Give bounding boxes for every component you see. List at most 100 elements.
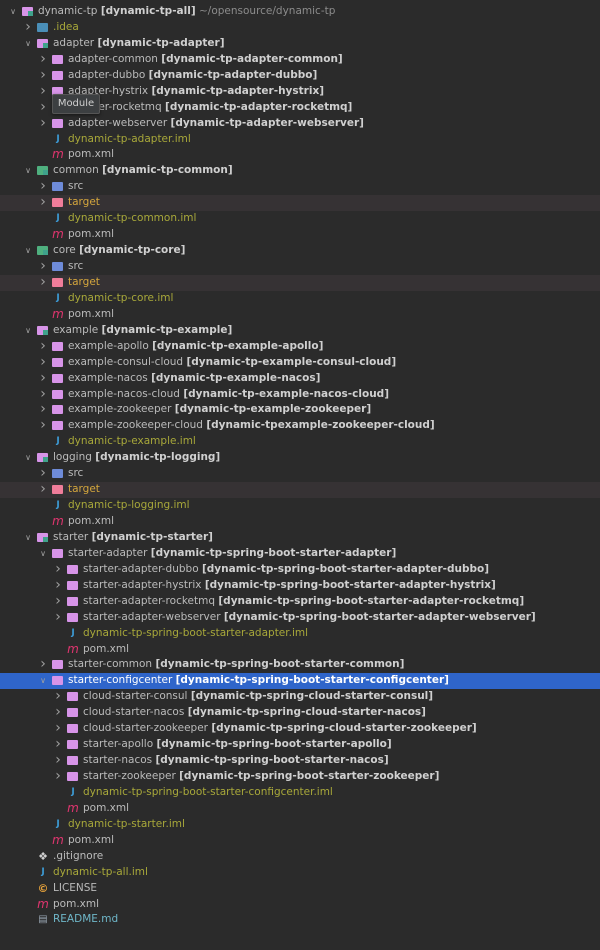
tree-row[interactable]: › target — [0, 274, 600, 291]
chevron-down-icon[interactable]: ∨ — [23, 163, 33, 179]
chevron-down-icon[interactable]: ∨ — [23, 36, 33, 52]
tree-row[interactable]: Jdynamic-tp-starter.iml — [0, 817, 600, 833]
tree-row-label: target — [68, 275, 100, 291]
tree-row[interactable]: ∨ example [dynamic-tp-example] — [0, 323, 600, 339]
chevron-right-icon[interactable]: › — [38, 402, 48, 418]
chevron-right-icon[interactable]: › — [38, 275, 48, 291]
chevron-right-icon[interactable]: › — [38, 355, 48, 371]
tree-row[interactable]: › target — [0, 482, 600, 499]
tree-row[interactable]: Jdynamic-tp-spring-boot-starter-configce… — [0, 785, 600, 801]
tree-row[interactable]: ∨ core [dynamic-tp-core] — [0, 243, 600, 259]
tree-row[interactable]: › starter-adapter-webserver [dynamic-tp-s… — [0, 610, 600, 626]
tree-row[interactable]: m pom.xml — [0, 833, 600, 849]
chevron-right-icon[interactable]: › — [38, 52, 48, 68]
chevron-down-icon[interactable]: ∨ — [38, 673, 48, 689]
tree-row[interactable]: m pom.xml — [0, 801, 600, 817]
tree-row[interactable]: › cloud-starter-zookeeper [dynamic-tp-spr… — [0, 721, 600, 737]
tree-row[interactable]: › adapter-webserver [dynamic-tp-adapter-w… — [0, 116, 600, 132]
tree-row[interactable]: › src — [0, 466, 600, 482]
chevron-down-icon[interactable]: ∨ — [23, 530, 33, 546]
chevron-right-icon[interactable]: › — [38, 68, 48, 84]
tree-row[interactable]: › example-apollo [dynamic-tp-example-apol… — [0, 339, 600, 355]
tree-row[interactable]: ∨ logging [dynamic-tp-logging] — [0, 450, 600, 466]
chevron-right-icon[interactable]: › — [38, 116, 48, 132]
tree-row[interactable]: ∨ starter-configcenter [dynamic-tp-spring… — [0, 673, 600, 690]
tree-row[interactable]: › adapter-common [dynamic-tp-adapter-comm… — [0, 52, 600, 68]
chevron-right-icon[interactable]: › — [53, 737, 63, 753]
chevron-right-icon[interactable]: › — [53, 594, 63, 610]
tree-row[interactable]: › example-zookeeper-cloud [dynamic-tpexam… — [0, 418, 600, 434]
chevron-right-icon[interactable]: › — [53, 753, 63, 769]
tree-row[interactable]: › starter-nacos [dynamic-tp-spring-boot-s… — [0, 753, 600, 769]
tree-row[interactable]: › example-nacos [dynamic-tp-example-nacos… — [0, 371, 600, 387]
chevron-right-icon[interactable]: › — [53, 689, 63, 705]
chevron-down-icon[interactable]: ∨ — [8, 4, 18, 20]
tree-row[interactable]: › src — [0, 179, 600, 195]
tree-row[interactable]: › target — [0, 195, 600, 212]
chevron-right-icon[interactable]: › — [38, 387, 48, 403]
tree-row[interactable]: › starter-adapter-hystrix [dynamic-tp-spr… — [0, 578, 600, 594]
tree-row[interactable]: ∨ starter [dynamic-tp-starter] — [0, 530, 600, 546]
chevron-right-icon[interactable]: › — [38, 259, 48, 275]
tree-row[interactable]: Jdynamic-tp-spring-boot-starter-adapter.… — [0, 626, 600, 642]
chevron-right-icon[interactable]: › — [53, 610, 63, 626]
tree-row[interactable]: Jdynamic-tp-adapter.iml — [0, 132, 600, 148]
module-name: [dynamic-tp-adapter-webserver] — [170, 116, 364, 129]
tree-row[interactable]: › example-zookeeper [dynamic-tp-example-z… — [0, 402, 600, 418]
tree-row[interactable]: › starter-common [dynamic-tp-spring-boot-… — [0, 657, 600, 673]
tree-row[interactable]: Jdynamic-tp-example.iml — [0, 434, 600, 450]
chevron-down-icon[interactable]: ∨ — [23, 323, 33, 339]
tree-row[interactable]: › starter-adapter-rocketmq [dynamic-tp-sp… — [0, 594, 600, 610]
chevron-right-icon[interactable]: › — [38, 657, 48, 673]
chevron-right-icon[interactable]: › — [38, 466, 48, 482]
tree-row[interactable]: m pom.xml — [0, 514, 600, 530]
tree-row[interactable]: › src — [0, 259, 600, 275]
chevron-right-icon[interactable]: › — [53, 705, 63, 721]
chevron-right-icon[interactable]: › — [53, 721, 63, 737]
chevron-right-icon[interactable]: › — [53, 562, 63, 578]
tree-row[interactable]: m pom.xml — [0, 642, 600, 658]
tree-row[interactable]: m pom.xml — [0, 147, 600, 163]
chevron-right-icon[interactable]: › — [53, 578, 63, 594]
chevron-right-icon[interactable]: › — [38, 100, 48, 116]
module-name: [dynamic-tp-example-zookeeper] — [174, 403, 372, 416]
tree-row[interactable]: › starter-adapter-dubbo [dynamic-tp-sprin… — [0, 562, 600, 578]
chevron-down-icon[interactable]: ∨ — [23, 450, 33, 466]
tree-row[interactable]: Jdynamic-tp-core.iml — [0, 291, 600, 307]
tree-row[interactable]: m pom.xml — [0, 897, 600, 913]
tree-row[interactable]: › cloud-starter-consul [dynamic-tp-spring… — [0, 689, 600, 705]
tree-row[interactable]: › .idea — [0, 20, 600, 36]
tree-row[interactable]: © LICENSE — [0, 881, 600, 897]
chevron-right-icon[interactable]: › — [23, 20, 33, 36]
chevron-right-icon[interactable]: › — [38, 371, 48, 387]
chevron-down-icon[interactable]: ∨ — [23, 243, 33, 259]
tree-row[interactable]: Jdynamic-tp-logging.iml — [0, 498, 600, 514]
chevron-right-icon[interactable]: › — [38, 339, 48, 355]
chevron-right-icon[interactable]: › — [38, 418, 48, 434]
tree-row[interactable]: › cloud-starter-nacos [dynamic-tp-spring-… — [0, 705, 600, 721]
folder-icon — [52, 373, 63, 383]
tree-row[interactable]: › example-consul-cloud [dynamic-tp-exampl… — [0, 355, 600, 371]
chevron-right-icon[interactable]: › — [53, 769, 63, 785]
tree-row[interactable]: › starter-apollo [dynamic-tp-spring-boot-… — [0, 737, 600, 753]
tree-row[interactable]: m pom.xml — [0, 227, 600, 243]
tree-row[interactable]: ∨ starter-adapter [dynamic-tp-spring-boot… — [0, 546, 600, 562]
tree-row[interactable]: ▤ README.md — [0, 912, 600, 928]
tree-row[interactable]: m pom.xml — [0, 307, 600, 323]
tree-row[interactable]: ∨ adapter [dynamic-tp-adapter] — [0, 36, 600, 52]
chevron-right-icon[interactable]: › — [38, 84, 48, 100]
tree-row[interactable]: Jdynamic-tp-common.iml — [0, 211, 600, 227]
chevron-right-icon[interactable]: › — [38, 482, 48, 498]
tree-row-label: cloud-starter-consul [dynamic-tp-spring-… — [83, 689, 433, 705]
chevron-right-icon[interactable]: › — [38, 179, 48, 195]
chevron-right-icon[interactable]: › — [38, 195, 48, 211]
tree-row[interactable]: › example-nacos-cloud [dynamic-tp-example… — [0, 387, 600, 403]
tree-row[interactable]: Jdynamic-tp-all.iml — [0, 865, 600, 881]
tree-row[interactable]: ∨ dynamic-tp [dynamic-tp-all] ~/opensourc… — [0, 4, 600, 20]
tree-row[interactable]: ∨ common [dynamic-tp-common] — [0, 163, 600, 179]
chevron-down-icon[interactable]: ∨ — [38, 546, 48, 562]
tree-row[interactable]: › adapter-dubbo [dynamic-tp-adapter-dubbo… — [0, 68, 600, 84]
tree-row[interactable]: › starter-zookeeper [dynamic-tp-spring-bo… — [0, 769, 600, 785]
folder-icon — [52, 70, 63, 80]
tree-row[interactable]: ❖ .gitignore — [0, 849, 600, 865]
